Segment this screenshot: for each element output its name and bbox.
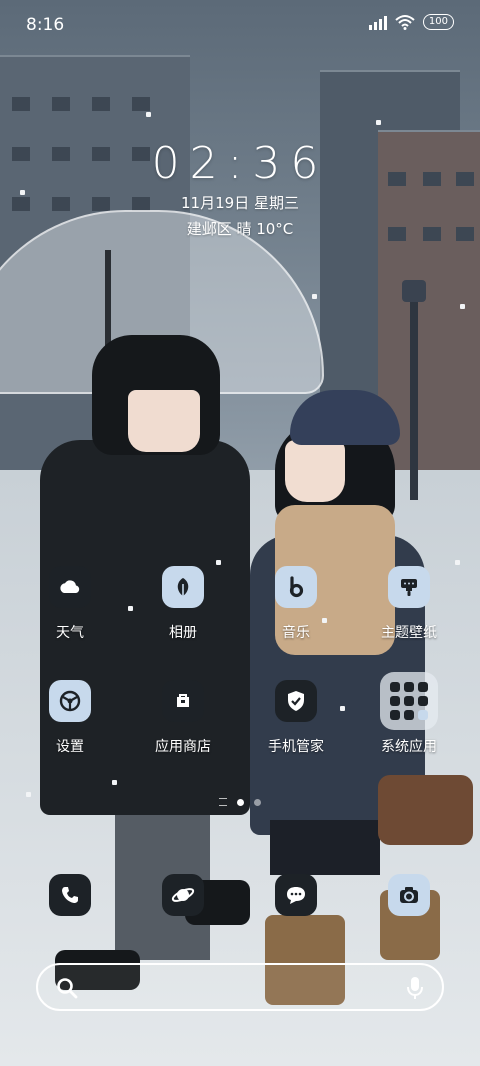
leaf-icon (162, 566, 204, 608)
status-time: 8:16 (26, 15, 65, 35)
status-bar: 8:16 100 (0, 0, 480, 48)
app-label: 手机管家 (268, 739, 324, 755)
page-dot (254, 798, 261, 806)
dock-camera[interactable] (359, 874, 459, 916)
theme-icon (388, 566, 430, 608)
dock-phone[interactable] (20, 874, 120, 916)
clock-time[interactable]: 02:36 (0, 138, 480, 189)
status-icons: 100 (368, 14, 454, 30)
folder-icon (380, 672, 438, 730)
app-folder-system[interactable]: 系统应用 (359, 672, 459, 756)
app-label: 系统应用 (381, 739, 437, 755)
app-label: 相册 (169, 625, 197, 641)
page-indicator[interactable] (0, 798, 480, 806)
search-icon (57, 978, 78, 999)
snowflake (216, 560, 221, 565)
music-b-icon (275, 566, 317, 608)
wallpaper-boy-face (128, 390, 200, 452)
home-screen: 8:16 100 02:36 11月19日 星期三 建邺区 晴 10°C 天气 … (0, 0, 480, 1066)
dock-browser[interactable] (133, 874, 233, 916)
clock-weather[interactable]: 建邺区 晴 10°C (0, 218, 480, 239)
messages-icon (275, 874, 317, 916)
snowflake (455, 560, 460, 565)
wallpaper-girl-face (285, 440, 345, 502)
wallpaper-lamp-head (402, 280, 426, 302)
wallpaper-street-lamp (410, 285, 418, 500)
app-settings[interactable]: 设置 (20, 680, 120, 756)
app-weather[interactable]: 天气 (20, 566, 120, 642)
search-bar[interactable] (36, 963, 444, 1011)
app-label: 天气 (56, 625, 84, 641)
browser-planet-icon (162, 874, 204, 916)
snowflake (112, 780, 117, 785)
phone-icon (49, 874, 91, 916)
wallpaper-girl-bag (378, 775, 473, 845)
app-label: 应用商店 (155, 739, 211, 755)
snowflake (312, 294, 317, 299)
app-label: 音乐 (282, 625, 310, 641)
signal-icon (368, 14, 387, 30)
battery-icon: 100 (422, 14, 454, 30)
app-label: 设置 (56, 739, 84, 755)
wifi-icon (395, 15, 415, 30)
microphone-icon[interactable] (406, 976, 424, 1000)
app-label: 主题壁纸 (381, 625, 437, 641)
snowflake (146, 112, 151, 117)
snowflake (26, 792, 31, 797)
dock-messages[interactable] (246, 874, 346, 916)
store-icon (162, 680, 204, 722)
app-store[interactable]: 应用商店 (133, 680, 233, 756)
app-security[interactable]: 手机管家 (246, 680, 346, 756)
weather-icon (49, 566, 91, 608)
snowflake (460, 304, 465, 309)
app-drawer-icon[interactable] (219, 798, 227, 806)
camera-icon (388, 874, 430, 916)
clock-date: 11月19日 星期三 (181, 194, 299, 212)
app-gallery[interactable]: 相册 (133, 566, 233, 642)
settings-icon (49, 680, 91, 722)
security-shield-icon (275, 680, 317, 722)
app-themes[interactable]: 主题壁纸 (359, 566, 459, 642)
app-music[interactable]: 音乐 (246, 566, 346, 642)
wallpaper-girl-skirt (270, 820, 380, 875)
page-dot-active (237, 798, 244, 806)
snowflake (376, 120, 381, 125)
